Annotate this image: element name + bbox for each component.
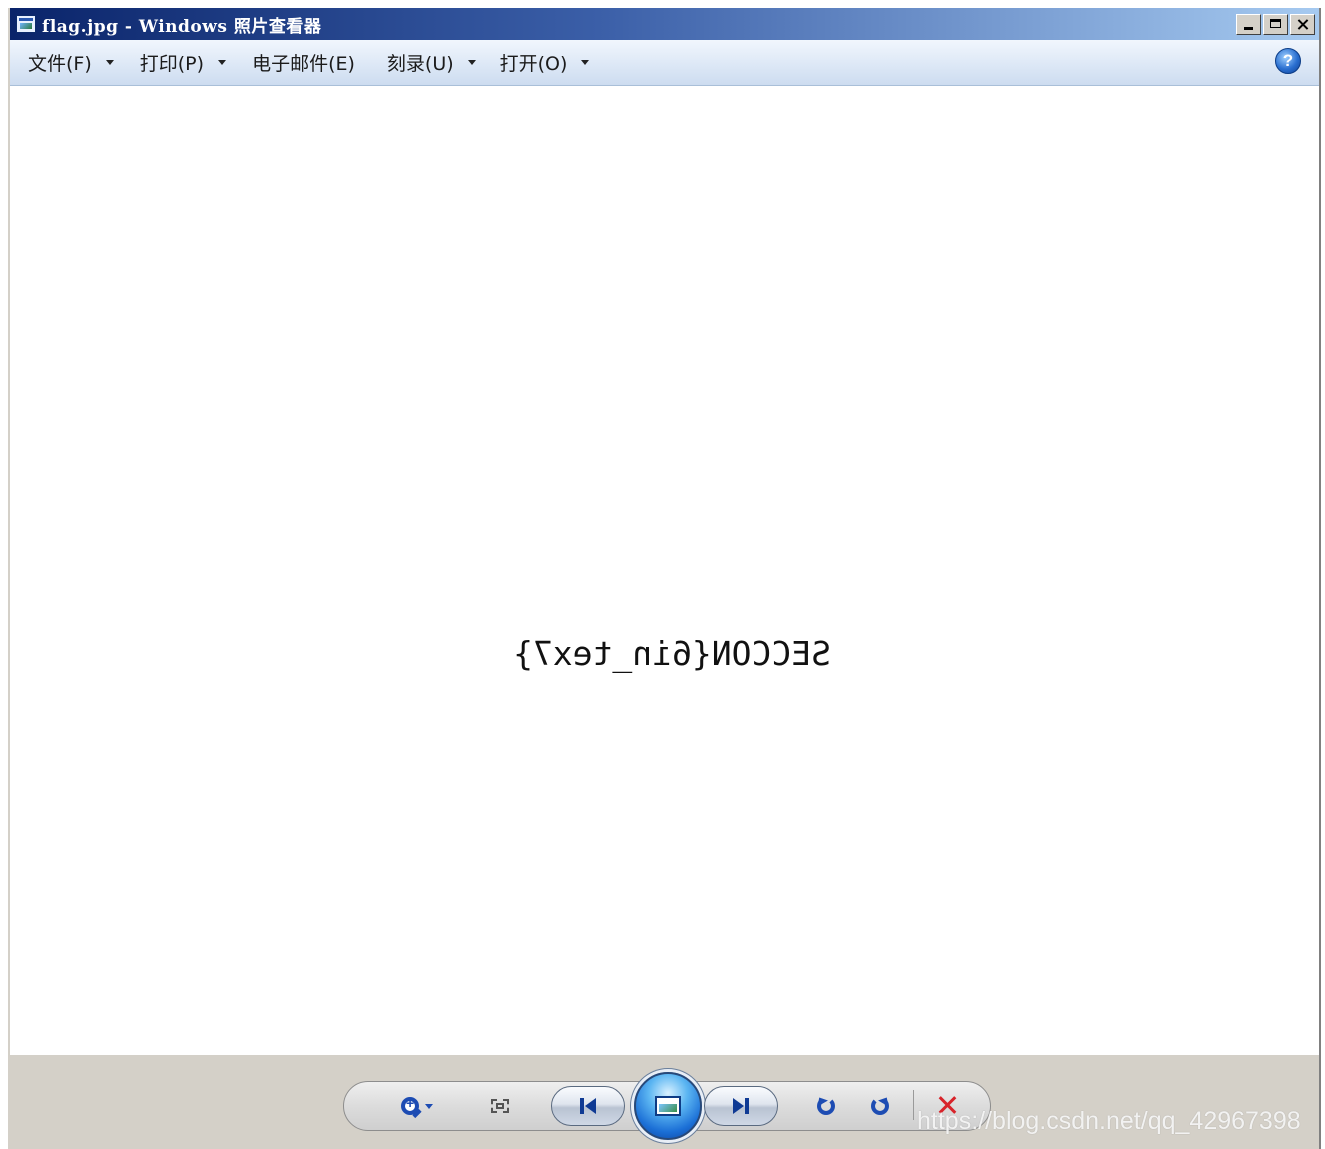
rotate-counterclockwise-button[interactable] <box>812 1092 840 1120</box>
chevron-down-icon <box>425 1103 433 1109</box>
next-icon-bar <box>745 1098 749 1114</box>
slideshow-icon <box>655 1096 681 1116</box>
window-title: flag.jpg - Windows 照片查看器 <box>42 16 322 37</box>
rotate-clockwise-button[interactable] <box>866 1092 894 1120</box>
menu-print[interactable]: 打印(P) <box>130 46 236 80</box>
help-icon[interactable]: ? <box>1275 48 1301 74</box>
menu-open-label: 打开(O) <box>499 53 568 75</box>
slideshow-button[interactable] <box>634 1072 702 1140</box>
command-bar: 文件(F) 打印(P) 电子邮件(E) 刻录(U) 打开(O) ? <box>10 40 1319 86</box>
next-button[interactable] <box>704 1086 778 1126</box>
rotate-counterclockwise-icon <box>817 1097 835 1115</box>
chevron-down-icon <box>105 60 114 65</box>
maximize-button[interactable] <box>1263 14 1288 35</box>
image-display-area[interactable]: SECCON{6in_tex7} <box>10 86 1319 1055</box>
chevron-down-icon <box>581 60 590 65</box>
next-icon <box>733 1098 744 1114</box>
menu-email[interactable]: 电子邮件(E) <box>242 46 365 80</box>
chevron-down-icon <box>467 60 476 65</box>
fit-window-button[interactable] <box>486 1092 514 1120</box>
menu-file-label: 文件(F) <box>28 53 92 75</box>
rotate-clockwise-icon <box>871 1097 889 1115</box>
close-button[interactable] <box>1290 14 1315 35</box>
previous-button[interactable] <box>551 1086 625 1126</box>
photo-viewer-app-icon <box>16 15 36 33</box>
menu-burn[interactable]: 刻录(U) <box>377 46 486 80</box>
menu-print-label: 打印(P) <box>139 53 205 75</box>
toolbar-separator <box>913 1090 914 1120</box>
title-bar[interactable]: flag.jpg - Windows 照片查看器 <box>10 8 1319 40</box>
menu-email-label: 电子邮件(E) <box>252 53 355 75</box>
window-controls <box>1236 14 1315 35</box>
menu-open[interactable]: 打开(O) <box>490 46 600 80</box>
zoom-button[interactable] <box>393 1089 441 1123</box>
previous-icon <box>585 1098 596 1114</box>
mirrored-flag-text: SECCON{6in_tex7} <box>513 634 831 673</box>
chevron-down-icon <box>218 60 227 65</box>
menu-burn-label: 刻录(U) <box>386 53 454 75</box>
menu-file[interactable]: 文件(F) <box>18 46 124 80</box>
playback-controls-bar: https://blog.csdn.net/qq_42967398 <box>10 1055 1319 1149</box>
watermark-text: https://blog.csdn.net/qq_42967398 <box>917 1107 1301 1135</box>
fit-window-icon <box>491 1099 509 1113</box>
previous-icon-bar <box>580 1098 584 1114</box>
photo-viewer-window: flag.jpg - Windows 照片查看器 文件(F) 打印(P) 电子邮… <box>8 8 1321 1149</box>
minimize-button[interactable] <box>1236 14 1261 35</box>
